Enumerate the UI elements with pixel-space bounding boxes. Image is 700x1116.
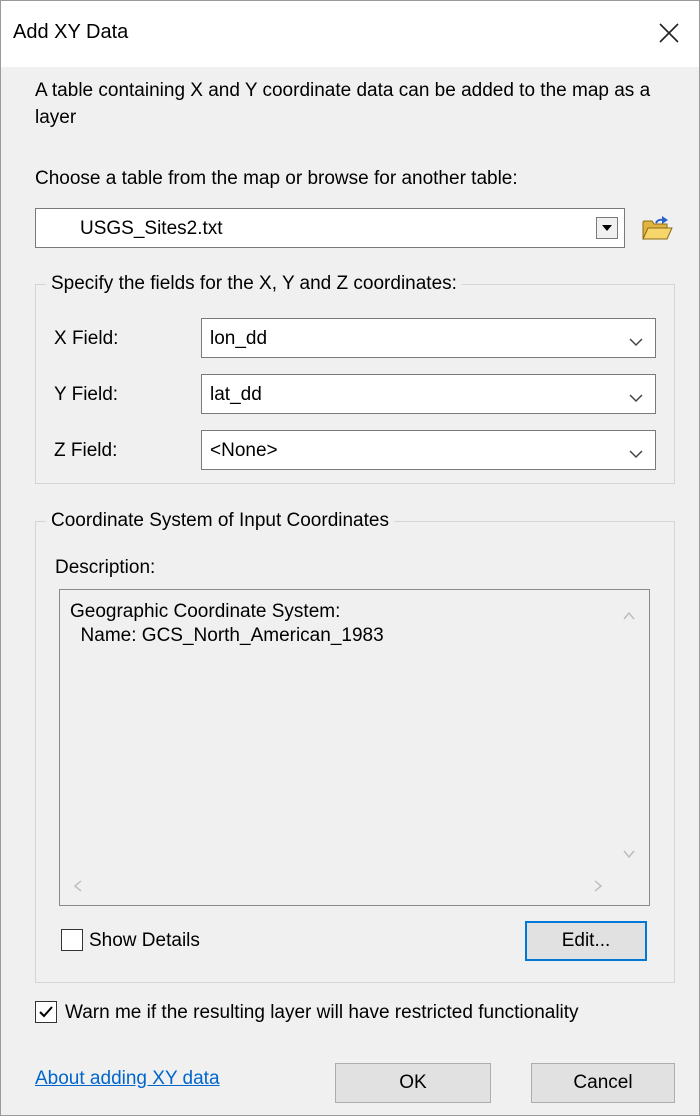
z-field-value: <None> bbox=[210, 440, 278, 461]
cancel-button-label: Cancel bbox=[573, 1072, 633, 1093]
show-details-checkbox[interactable] bbox=[61, 929, 83, 951]
description-line-2: Name: GCS_North_American_1983 bbox=[70, 625, 384, 646]
dialog-title: Add XY Data bbox=[13, 21, 129, 43]
scroll-up-icon[interactable] bbox=[623, 604, 635, 626]
description-line-1: Geographic Coordinate System: bbox=[70, 601, 341, 622]
y-field-label: Y Field: bbox=[54, 384, 119, 405]
ok-button-label: OK bbox=[399, 1072, 427, 1093]
chevron-down-icon bbox=[629, 331, 643, 353]
chevron-down-icon bbox=[629, 443, 643, 465]
title-bar[interactable]: Add XY Data bbox=[1, 1, 699, 67]
cancel-button[interactable]: Cancel bbox=[531, 1063, 675, 1103]
chevron-down-icon bbox=[629, 387, 643, 409]
y-field-value: lat_dd bbox=[210, 384, 262, 405]
x-field-value: lon_dd bbox=[210, 328, 268, 349]
scroll-left-icon[interactable] bbox=[73, 876, 82, 898]
description-label: Description: bbox=[55, 557, 156, 578]
y-field-select[interactable]: lat_dd bbox=[201, 374, 656, 414]
about-xy-data-link[interactable]: About adding XY data bbox=[35, 1068, 220, 1090]
folder-open-icon[interactable] bbox=[637, 208, 677, 248]
table-chooser-label: Choose a table from the map or browse fo… bbox=[35, 168, 518, 189]
intro-text: A table containing X and Y coordinate da… bbox=[35, 80, 651, 128]
edit-button-label: Edit... bbox=[561, 930, 611, 951]
description-text: Geographic Coordinate System: Name: GCS_… bbox=[70, 600, 384, 648]
fields-group: Specify the fields for the X, Y and Z co… bbox=[35, 273, 675, 484]
z-field-label: Z Field: bbox=[54, 440, 118, 461]
warn-checkbox[interactable] bbox=[35, 1001, 57, 1023]
x-field-label: X Field: bbox=[54, 328, 119, 349]
warn-label[interactable]: Warn me if the resulting layer will have… bbox=[65, 1002, 579, 1024]
x-field-select[interactable]: lon_dd bbox=[201, 318, 656, 358]
chevron-down-icon[interactable] bbox=[596, 217, 618, 239]
z-field-select[interactable]: <None> bbox=[201, 430, 656, 470]
add-xy-data-dialog: Add XY Data A table containing X and Y c… bbox=[0, 0, 700, 1116]
scroll-right-icon[interactable] bbox=[594, 876, 603, 898]
table-combobox-value: USGS_Sites2.txt bbox=[80, 218, 223, 239]
coordinate-system-group-label: Coordinate System of Input Coordinates bbox=[46, 510, 394, 532]
description-textbox[interactable]: Geographic Coordinate System: Name: GCS_… bbox=[59, 589, 650, 906]
ok-button[interactable]: OK bbox=[335, 1063, 491, 1103]
edit-button[interactable]: Edit... bbox=[525, 921, 647, 961]
close-icon[interactable] bbox=[651, 15, 687, 51]
scroll-down-icon[interactable] bbox=[623, 842, 635, 864]
checkmark-icon bbox=[39, 1006, 53, 1018]
fields-group-label: Specify the fields for the X, Y and Z co… bbox=[46, 273, 462, 295]
table-combobox[interactable]: USGS_Sites2.txt bbox=[35, 208, 625, 248]
show-details-label[interactable]: Show Details bbox=[89, 930, 200, 952]
